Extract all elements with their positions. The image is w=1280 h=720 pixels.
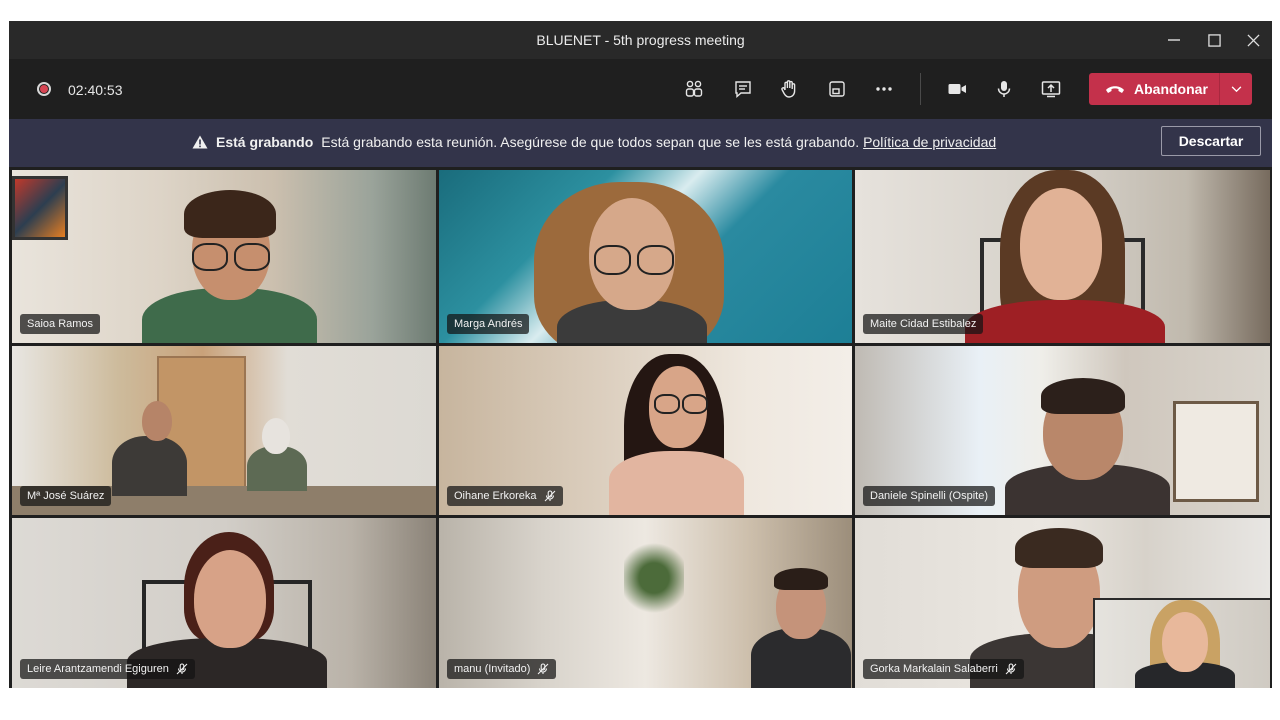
- participant-name-tag: Daniele Spinelli (Ospite): [863, 486, 995, 506]
- camera-button[interactable]: [942, 74, 972, 104]
- participants-icon: [685, 80, 703, 97]
- participant-body: [112, 436, 187, 496]
- participant-name-tag: Oihane Erkoreka: [447, 486, 563, 506]
- video-tile[interactable]: Marga Andrés: [439, 170, 852, 343]
- participant-name: Mª José Suárez: [27, 490, 105, 502]
- participant-name-tag: Saioa Ramos: [20, 314, 101, 334]
- video-tile[interactable]: Saioa Ramos: [12, 170, 436, 343]
- video-tile[interactable]: Daniele Spinelli (Ospite): [855, 346, 1270, 515]
- teams-meeting-window: BLUENET - 5th progress meeting 02:40:53: [9, 21, 1272, 688]
- video-tile[interactable]: manu (Invitado): [439, 518, 852, 688]
- banner-message: Está grabando esta reunión. Asegúrese de…: [321, 134, 860, 150]
- minimize-button[interactable]: [1159, 27, 1189, 53]
- chevron-down-icon: [1231, 85, 1241, 92]
- video-tile[interactable]: Oihane Erkoreka: [439, 346, 852, 515]
- toolbar-divider: [920, 73, 921, 105]
- participant-name-tag: manu (Invitado): [447, 659, 557, 679]
- leave-options-button[interactable]: [1220, 73, 1252, 105]
- share-screen-button[interactable]: [1036, 74, 1066, 104]
- participant-hair: [774, 568, 828, 590]
- participant-head: [1162, 612, 1208, 672]
- title-bar: BLUENET - 5th progress meeting: [9, 21, 1272, 59]
- close-button[interactable]: [1238, 27, 1268, 53]
- participant-glasses: [682, 394, 708, 414]
- participant-name: Oihane Erkoreka: [454, 490, 537, 502]
- wall-painting: [12, 176, 68, 240]
- maximize-icon: [1207, 33, 1221, 47]
- participant-hair: [184, 190, 276, 238]
- leave-button[interactable]: Abandonar: [1089, 73, 1219, 105]
- leave-label: Abandonar: [1134, 81, 1208, 97]
- participant-hair: [1015, 528, 1103, 568]
- participant-glasses: [594, 245, 631, 275]
- chat-icon: [735, 81, 751, 99]
- meeting-timer: 02:40:53: [68, 82, 123, 98]
- participant-name: Maite Cidad Estibalez: [870, 318, 977, 330]
- dismiss-button[interactable]: Descartar: [1161, 126, 1261, 156]
- video-tile[interactable]: Maite Cidad Estibalez: [855, 170, 1270, 343]
- close-icon: [1246, 33, 1260, 47]
- participant-body: [609, 451, 744, 515]
- microphone-button[interactable]: [989, 74, 1019, 104]
- participant-glasses: [654, 394, 680, 414]
- maximize-button[interactable]: [1199, 27, 1229, 53]
- office-plant: [624, 538, 684, 618]
- participant-name: Leire Arantzamendi Egiguren: [27, 663, 169, 675]
- muted-microphone-icon: [538, 663, 549, 675]
- minimize-icon: [1168, 39, 1180, 41]
- participant-body: [965, 300, 1165, 343]
- share-screen-icon: [1041, 81, 1061, 98]
- video-grid: Saioa Ramos Marga Andrés Maite Cidad Est…: [12, 170, 1270, 688]
- chat-button[interactable]: [728, 74, 758, 104]
- participant-glasses: [192, 243, 228, 271]
- participant-name-tag: Marga Andrés: [447, 314, 530, 334]
- participants-button[interactable]: [679, 74, 709, 104]
- meeting-toolbar: 02:40:53 Abandonar: [9, 59, 1272, 119]
- participant-head: [194, 550, 266, 648]
- leave-button-group: Abandonar: [1089, 73, 1252, 105]
- participant-name: Daniele Spinelli (Ospite): [870, 490, 988, 502]
- camera-icon: [948, 84, 966, 94]
- phone-hangup-icon: [1106, 86, 1124, 93]
- participant-name: Gorka Markalain Salaberri: [870, 663, 998, 675]
- share-tray-icon: [829, 81, 845, 97]
- participant-name: Marga Andrés: [454, 318, 523, 330]
- participant-name: manu (Invitado): [454, 663, 531, 675]
- video-tile[interactable]: Gorka Markalain Salaberri: [855, 518, 1270, 688]
- muted-microphone-icon: [544, 490, 555, 502]
- participant-head: [142, 401, 172, 441]
- participant-glasses: [637, 245, 674, 275]
- video-tile[interactable]: Leire Arantzamendi Egiguren: [12, 518, 436, 688]
- banner-message-row: Está grabando Está grabando esta reunión…: [192, 134, 996, 150]
- participant-name-tag: Mª José Suárez: [20, 486, 112, 506]
- more-options-icon: [876, 87, 892, 91]
- self-view-pip[interactable]: [1093, 598, 1270, 688]
- banner-title: Está grabando: [216, 134, 314, 150]
- more-options-button[interactable]: [869, 74, 899, 104]
- participant-glasses: [234, 243, 270, 271]
- participant-name: Saioa Ramos: [27, 318, 94, 330]
- muted-microphone-icon: [1005, 663, 1017, 675]
- raise-hand-button[interactable]: [774, 74, 804, 104]
- participant-head: [262, 418, 290, 454]
- recording-indicator-icon: [37, 82, 51, 96]
- share-tray-button[interactable]: [822, 74, 852, 104]
- muted-microphone-icon: [176, 663, 188, 675]
- warning-icon: [192, 135, 208, 149]
- window-title: BLUENET - 5th progress meeting: [536, 32, 745, 48]
- participant-name-tag: Leire Arantzamendi Egiguren: [20, 659, 195, 679]
- recording-banner: Está grabando Está grabando esta reunión…: [9, 119, 1272, 167]
- participant-head: [1020, 188, 1102, 300]
- wall-poster: [1173, 401, 1259, 502]
- microphone-icon: [997, 81, 1011, 97]
- participant-name-tag: Gorka Markalain Salaberri: [863, 659, 1024, 679]
- participant-name-tag: Maite Cidad Estibalez: [863, 314, 984, 334]
- participant-hair: [1041, 378, 1125, 414]
- video-tile[interactable]: Mª José Suárez: [12, 346, 436, 515]
- privacy-policy-link[interactable]: Política de privacidad: [863, 134, 996, 150]
- raise-hand-icon: [781, 80, 796, 98]
